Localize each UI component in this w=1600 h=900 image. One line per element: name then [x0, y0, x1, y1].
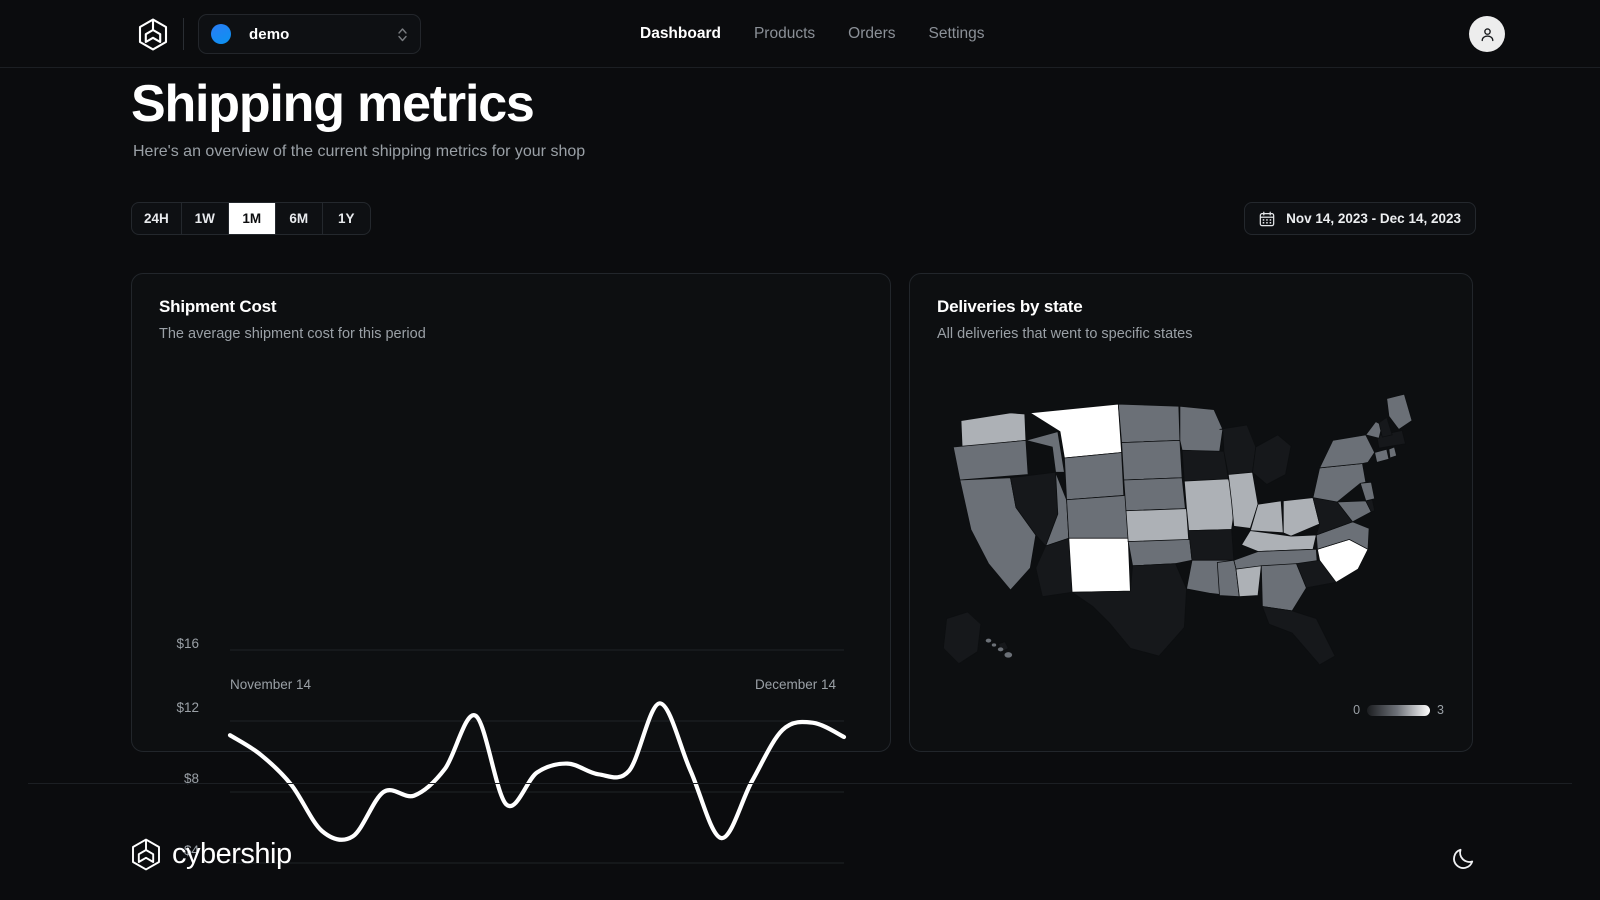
map-state-maine[interactable] — [1386, 393, 1413, 430]
deliveries-by-state-card: Deliveries by state All deliveries that … — [909, 273, 1473, 752]
page-title: Shipping metrics — [131, 75, 535, 133]
date-range-label: Nov 14, 2023 - Dec 14, 2023 — [1286, 211, 1461, 226]
org-switcher[interactable]: demo — [198, 14, 421, 54]
cube-hexagon-icon — [131, 838, 161, 871]
map-state-connecticut[interactable] — [1374, 448, 1390, 463]
map-legend: 0 3 — [1353, 703, 1444, 717]
footer-brand-name: cybership — [172, 838, 292, 870]
legend-gradient-bar — [1367, 704, 1431, 716]
deliveries-title: Deliveries by state — [937, 297, 1083, 316]
x-tick-start: November 14 — [230, 677, 312, 692]
map-state-rhode-island[interactable] — [1388, 446, 1398, 459]
shipment-cost-chart: $16 $12 $8 $4 $0 November 14 December 14 — [132, 362, 892, 864]
map-state-montana[interactable] — [1029, 403, 1123, 459]
legend-max: 3 — [1437, 703, 1444, 717]
map-state-florida[interactable] — [1261, 606, 1336, 666]
range-button-1w[interactable]: 1W — [182, 203, 229, 234]
map-state-new-hampshire[interactable] — [1378, 416, 1393, 438]
map-state-alabama[interactable] — [1235, 565, 1262, 598]
map-state-idaho[interactable] — [1024, 431, 1065, 473]
range-button-6m[interactable]: 6M — [276, 203, 323, 234]
map-state-nebraska[interactable] — [1123, 477, 1186, 512]
legend-min: 0 — [1353, 703, 1361, 717]
map-hawaii-island-2 — [991, 643, 997, 647]
footer-brand[interactable]: cybership — [131, 838, 292, 871]
map-state-new-jersey[interactable] — [1359, 481, 1376, 502]
map-state-arizona[interactable] — [1035, 537, 1073, 598]
primary-nav: Dashboard Products Orders Settings — [640, 0, 985, 68]
range-button-24h[interactable]: 24H — [132, 203, 182, 234]
map-state-wyoming[interactable] — [1063, 452, 1125, 501]
map-state-north-dakota[interactable] — [1117, 403, 1181, 443]
map-state-michigan[interactable] — [1252, 434, 1292, 485]
org-name-label: demo — [249, 25, 290, 43]
time-range-toggle-group: 24H 1W 1M 6M 1Y — [131, 202, 371, 235]
deliveries-description: All deliveries that went to specific sta… — [937, 326, 1193, 342]
nav-link-products[interactable]: Products — [754, 25, 815, 43]
user-icon — [1481, 27, 1493, 41]
map-state-oregon[interactable] — [952, 439, 1029, 481]
map-state-missouri[interactable] — [1183, 478, 1237, 531]
map-state-new-york[interactable] — [1318, 434, 1376, 469]
avatar[interactable] — [1469, 16, 1505, 52]
map-state-kansas[interactable] — [1125, 508, 1190, 542]
page-subtitle: Here's an overview of the current shippi… — [133, 143, 586, 160]
map-state-pennsylvania[interactable] — [1312, 463, 1367, 503]
map-state-oklahoma[interactable] — [1127, 539, 1193, 567]
map-state-minnesota[interactable] — [1179, 405, 1224, 453]
map-state-kentucky[interactable] — [1240, 530, 1317, 552]
x-tick-end: December 14 — [755, 677, 837, 692]
nav-divider — [183, 18, 184, 50]
map-state-alaska[interactable] — [942, 611, 982, 665]
map-hawaii-island-1 — [985, 638, 992, 643]
calendar-icon — [1259, 211, 1275, 227]
date-range-picker[interactable]: Nov 14, 2023 - Dec 14, 2023 — [1244, 202, 1476, 235]
shipment-cost-description: The average shipment cost for this perio… — [159, 326, 426, 342]
map-hawaii-island-4 — [1004, 652, 1013, 658]
shipment-cost-title: Shipment Cost — [159, 297, 277, 316]
map-state-south-dakota[interactable] — [1121, 440, 1183, 481]
top-navigation-bar: demo Dashboard Products Orders Settings — [0, 0, 1600, 68]
map-state-arkansas[interactable] — [1188, 529, 1235, 561]
map-state-new-mexico[interactable] — [1068, 537, 1131, 593]
nav-link-dashboard[interactable]: Dashboard — [640, 25, 721, 43]
nav-link-orders[interactable]: Orders — [848, 25, 895, 43]
moon-icon[interactable] — [1450, 846, 1476, 872]
shipment-cost-card: Shipment Cost The average shipment cost … — [131, 273, 892, 864]
cube-hexagon-icon[interactable] — [136, 16, 170, 52]
map-hawaii-island-3 — [997, 647, 1004, 652]
usa-map-svg — [942, 393, 1413, 666]
nav-link-settings[interactable]: Settings — [929, 25, 985, 43]
usa-choropleth-map — [922, 370, 1462, 700]
footer-divider — [28, 783, 1572, 784]
map-state-iowa[interactable] — [1181, 449, 1229, 482]
dashboard-page: demo Dashboard Products Orders Settings … — [0, 0, 1600, 900]
map-state-colorado[interactable] — [1066, 494, 1129, 539]
chevron-up-down-icon — [397, 27, 408, 42]
range-button-1y[interactable]: 1Y — [323, 203, 370, 234]
range-button-1m[interactable]: 1M — [228, 203, 276, 234]
org-color-dot — [211, 24, 231, 44]
